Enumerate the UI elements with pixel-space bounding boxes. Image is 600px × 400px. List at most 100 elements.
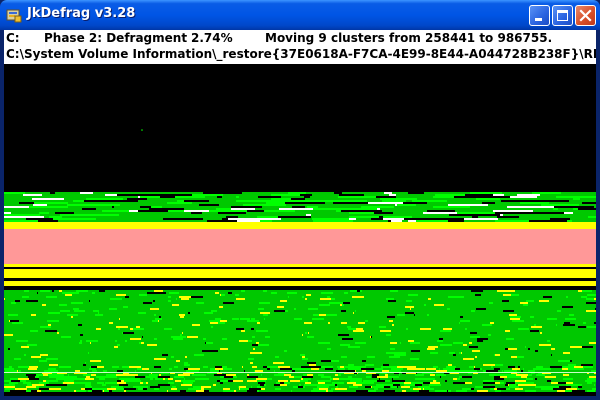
cluster-block: [49, 216, 62, 218]
cluster-block: [366, 376, 371, 378]
cluster-block: [29, 206, 53, 208]
cluster-block: [122, 332, 123, 334]
cluster-block: [130, 338, 141, 340]
cluster-block: [383, 216, 412, 218]
zone-empty: [4, 64, 596, 192]
cluster-block: [387, 316, 395, 318]
cluster-block: [294, 376, 302, 378]
cluster-block: [158, 320, 159, 322]
minimize-button[interactable]: [529, 5, 550, 26]
zone-files-end: [4, 392, 596, 396]
cluster-block: [594, 206, 596, 208]
cluster-block: [105, 194, 117, 196]
cluster-block: [479, 386, 483, 388]
cluster-block: [485, 208, 492, 210]
cluster-block: [583, 366, 593, 368]
cluster-block: [393, 212, 401, 214]
cluster-block: [48, 324, 51, 326]
cluster-block: [495, 382, 500, 384]
cluster-block: [138, 388, 142, 390]
phase-text: Phase 2: Defragment: [44, 31, 188, 45]
cluster-block: [4, 200, 27, 202]
cluster-block: [47, 320, 59, 322]
cluster-block: [209, 210, 247, 212]
maximize-button[interactable]: [552, 5, 573, 26]
cluster-block: [401, 212, 423, 214]
cluster-block: [130, 212, 143, 214]
cluster-block: [85, 378, 94, 380]
cluster-block: [248, 340, 252, 342]
cluster-block: [364, 206, 394, 208]
title-bar[interactable]: JkDefrag v3.28: [0, 0, 600, 30]
cluster-block: [525, 346, 526, 348]
cluster-block: [343, 302, 350, 304]
cluster-block: [166, 212, 191, 214]
cluster-block: [412, 200, 447, 202]
cluster-block: [407, 368, 413, 370]
cluster-block: [397, 370, 401, 372]
cluster-block: [142, 336, 143, 338]
cluster-block: [447, 390, 448, 392]
cluster-block: [251, 386, 252, 388]
cluster-block: [176, 298, 177, 300]
cluster-block: [280, 198, 291, 200]
cluster-block: [4, 214, 40, 216]
cluster-block: [202, 212, 218, 214]
cluster-block: [85, 216, 98, 218]
cluster-block: [273, 362, 284, 364]
zone-fragmented-2: [4, 264, 596, 267]
cluster-block: [275, 388, 281, 390]
cluster-block: [109, 322, 113, 324]
zone-gap-3: [4, 286, 596, 290]
cluster-block: [329, 302, 335, 304]
cluster-block: [274, 370, 275, 372]
cluster-block: [179, 296, 191, 298]
cluster-block: [304, 322, 312, 324]
cluster-block: [447, 370, 459, 372]
cluster-block: [146, 376, 156, 378]
cluster-block: [312, 218, 349, 220]
cluster-block: [506, 338, 514, 340]
cluster-block: [184, 208, 216, 210]
cluster-block: [461, 370, 471, 372]
cluster-block: [460, 210, 493, 212]
cluster-block: [459, 376, 462, 378]
cluster-block: [587, 378, 596, 380]
cluster-block: [46, 380, 58, 382]
cluster-block: [356, 206, 361, 208]
cluster-block: [517, 194, 540, 196]
cluster-block: [56, 376, 65, 378]
cluster-block: [462, 376, 472, 378]
cluster-block: [384, 390, 395, 392]
cluster-block: [58, 218, 93, 220]
cluster-block: [17, 370, 18, 372]
cluster-block: [194, 192, 203, 194]
cluster-block: [418, 386, 430, 388]
cluster-block: [457, 212, 490, 214]
cluster-block: [280, 300, 281, 302]
cluster-block: [237, 220, 260, 222]
cluster-block: [188, 312, 190, 314]
cluster-block: [299, 384, 301, 386]
cluster-block: [426, 368, 436, 370]
cluster-block: [88, 390, 92, 392]
cluster-block: [444, 192, 470, 194]
cluster-block: [42, 200, 73, 202]
cluster-block: [271, 194, 300, 196]
cluster-block: [59, 290, 62, 292]
cluster-block: [567, 220, 572, 222]
cluster-block: [541, 388, 553, 390]
cluster-block: [155, 292, 166, 294]
cluster-block: [470, 332, 477, 334]
cluster-block: [127, 374, 138, 376]
close-button[interactable]: [575, 5, 596, 26]
cluster-block: [367, 200, 382, 202]
cluster-block: [577, 216, 588, 218]
cluster-block: [148, 214, 184, 216]
cluster-block: [401, 386, 410, 388]
cluster-block: [217, 380, 220, 382]
cluster-block: [376, 384, 386, 386]
cluster-block: [34, 202, 68, 204]
cluster-block: [358, 322, 365, 324]
cluster-block: [70, 292, 79, 294]
